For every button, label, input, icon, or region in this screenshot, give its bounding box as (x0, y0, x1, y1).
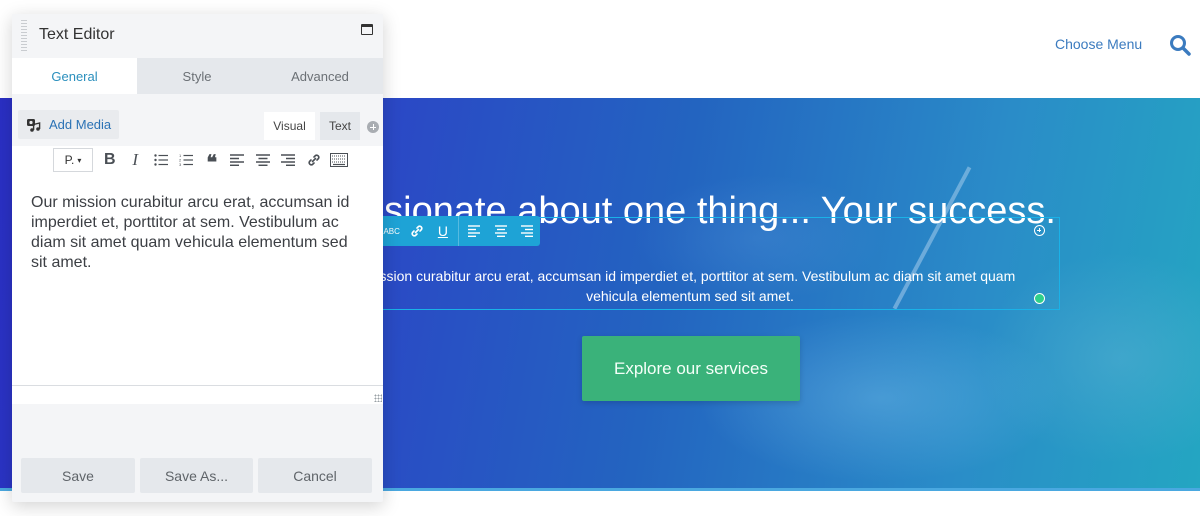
align-right-icon[interactable] (276, 148, 302, 172)
chevron-down-icon: ▾ (77, 155, 82, 165)
add-media-button[interactable]: Add Media (18, 110, 119, 139)
align-left-icon[interactable] (461, 216, 487, 246)
numbered-list-icon[interactable]: 123 (174, 148, 200, 172)
link-icon[interactable] (301, 148, 327, 172)
align-center-icon[interactable] (250, 148, 276, 172)
svg-text:3: 3 (179, 162, 182, 166)
panel-title: Text Editor (39, 26, 115, 43)
media-icon (27, 118, 41, 132)
resize-grip-icon[interactable] (374, 394, 382, 402)
save-as-button[interactable]: Save As... (140, 458, 253, 493)
hero-body-text[interactable]: mission curabitur arcu erat, accumsan id… (360, 266, 1020, 306)
tab-general[interactable]: General (12, 58, 137, 94)
panel-footer: Save Save As... Cancel (21, 458, 374, 493)
add-icon[interactable] (367, 121, 379, 133)
inline-format-toolbar: ABC U (370, 216, 540, 246)
add-media-label: Add Media (49, 117, 112, 132)
bullet-list-icon[interactable] (148, 148, 174, 172)
panel-header: Text Editor (12, 14, 383, 58)
format-select-value: P. (64, 153, 75, 167)
choose-menu-link[interactable]: Choose Menu (1055, 36, 1142, 52)
italic-button[interactable]: I (123, 148, 149, 172)
panel-tabs: General Style Advanced (12, 58, 383, 94)
text-editor-panel: Text Editor General Style Advanced Add M (12, 14, 383, 502)
editor-content-area[interactable]: Our mission curabitur arcu erat, accumsa… (31, 193, 361, 273)
search-icon[interactable] (1168, 33, 1192, 57)
align-right-icon[interactable] (514, 216, 540, 246)
editor-toolbar: P. ▾ B I 123 ❝ (53, 147, 352, 173)
resize-handle[interactable] (1034, 293, 1045, 304)
visual-mode-tab[interactable]: Visual (264, 112, 315, 140)
align-center-icon[interactable] (487, 216, 513, 246)
drag-handle-icon[interactable] (21, 20, 27, 52)
text-mode-tab[interactable]: Text (320, 112, 360, 140)
cancel-button[interactable]: Cancel (258, 458, 372, 493)
add-module-handle-icon[interactable] (1034, 225, 1045, 236)
editor-header: Add Media Visual Text (12, 94, 383, 146)
save-button[interactable]: Save (21, 458, 135, 493)
panel-body: Add Media Visual Text P. ▾ B I 123 ❝ Our… (12, 94, 383, 404)
tab-advanced[interactable]: Advanced (257, 58, 383, 94)
blockquote-button[interactable]: ❝ (199, 148, 225, 173)
tab-style[interactable]: Style (137, 58, 257, 94)
underline-icon[interactable]: U (430, 216, 456, 246)
align-left-icon[interactable] (225, 148, 251, 172)
page: Choose Menu assionate about one thing...… (0, 0, 1200, 516)
link-icon[interactable] (403, 216, 429, 246)
paragraph-format-select[interactable]: P. ▾ (53, 148, 93, 172)
toolbar-separator (458, 216, 460, 246)
explore-services-button[interactable]: Explore our services (582, 336, 800, 401)
maximize-icon[interactable] (361, 24, 373, 35)
toolbar-toggle-icon[interactable] (327, 148, 353, 172)
strikethrough-icon[interactable]: ABC (380, 216, 403, 246)
editor-divider (12, 385, 383, 386)
bold-button[interactable]: B (97, 148, 123, 172)
